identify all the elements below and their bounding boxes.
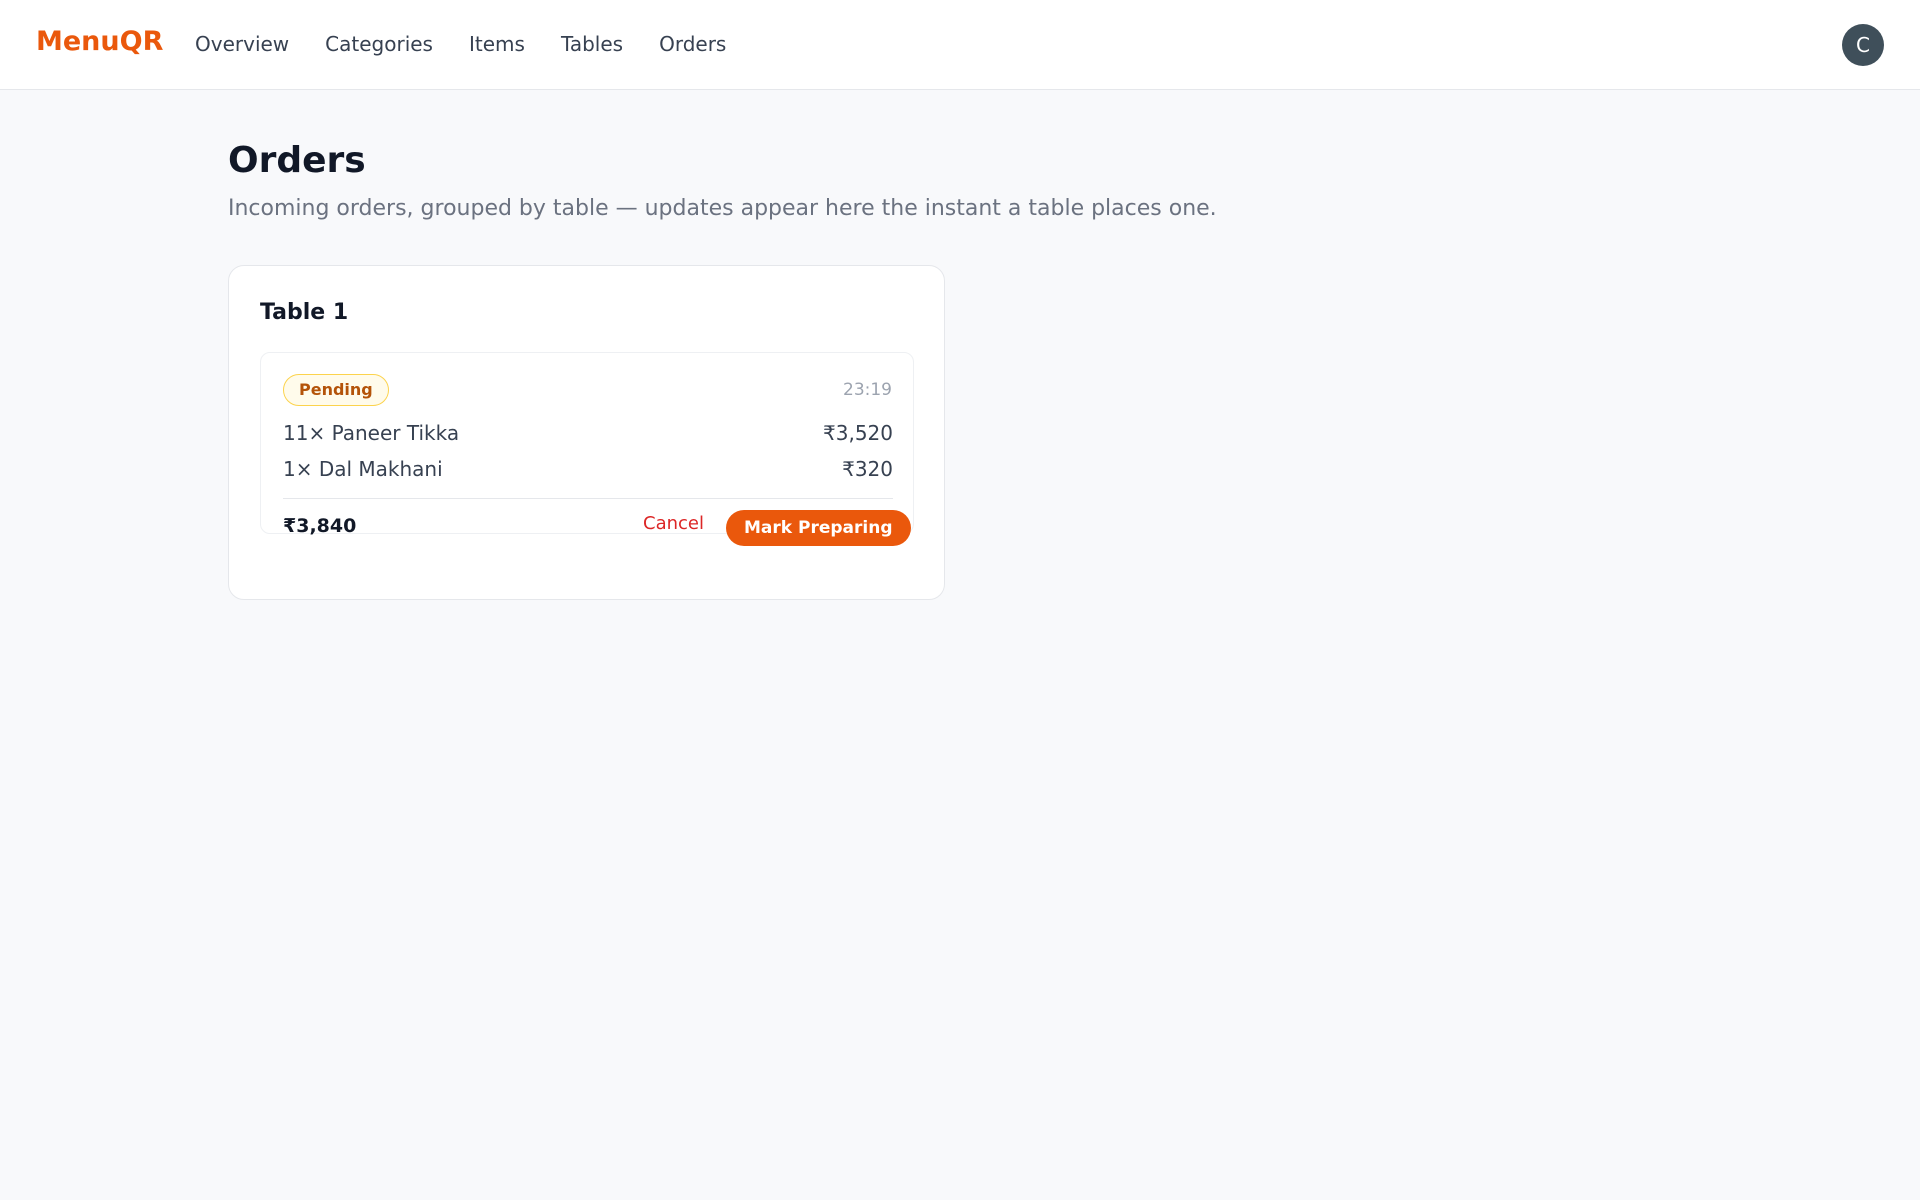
line-item-price: ₹3,520 — [823, 421, 893, 445]
line-item-name: 1× Dal Makhani — [283, 457, 443, 481]
order-line-item: 11× Paneer Tikka ₹3,520 — [283, 421, 893, 449]
table-card: Table 1 Pending 23:19 11× Paneer Tikka ₹… — [228, 265, 945, 600]
top-navigation-bar: MenuQR Overview Categories Items Tables … — [0, 0, 1920, 90]
status-badge: Pending — [283, 374, 389, 406]
divider — [283, 498, 893, 499]
main-nav: Overview Categories Items Tables Orders — [195, 32, 762, 56]
mark-preparing-button[interactable]: Mark Preparing — [726, 510, 911, 546]
user-avatar[interactable]: C — [1842, 24, 1884, 66]
nav-item-overview[interactable]: Overview — [195, 32, 289, 56]
nav-item-orders[interactable]: Orders — [659, 32, 726, 56]
nav-item-items[interactable]: Items — [469, 32, 525, 56]
page-title: Orders — [228, 140, 366, 181]
brand-logo[interactable]: MenuQR — [36, 26, 163, 57]
order-line-item: 1× Dal Makhani ₹320 — [283, 457, 893, 485]
page-subtitle: Incoming orders, grouped by table — upda… — [228, 196, 1217, 221]
order-time: 23:19 — [843, 380, 892, 400]
order-card: Pending 23:19 11× Paneer Tikka ₹3,520 1×… — [260, 352, 914, 546]
nav-item-tables[interactable]: Tables — [561, 32, 623, 56]
line-item-name: 11× Paneer Tikka — [283, 421, 460, 445]
line-item-price: ₹320 — [842, 457, 893, 481]
nav-item-categories[interactable]: Categories — [325, 32, 433, 56]
cancel-order-button[interactable]: Cancel — [643, 513, 704, 534]
table-name: Table 1 — [260, 300, 349, 325]
order-total: ₹3,840 — [283, 515, 357, 537]
